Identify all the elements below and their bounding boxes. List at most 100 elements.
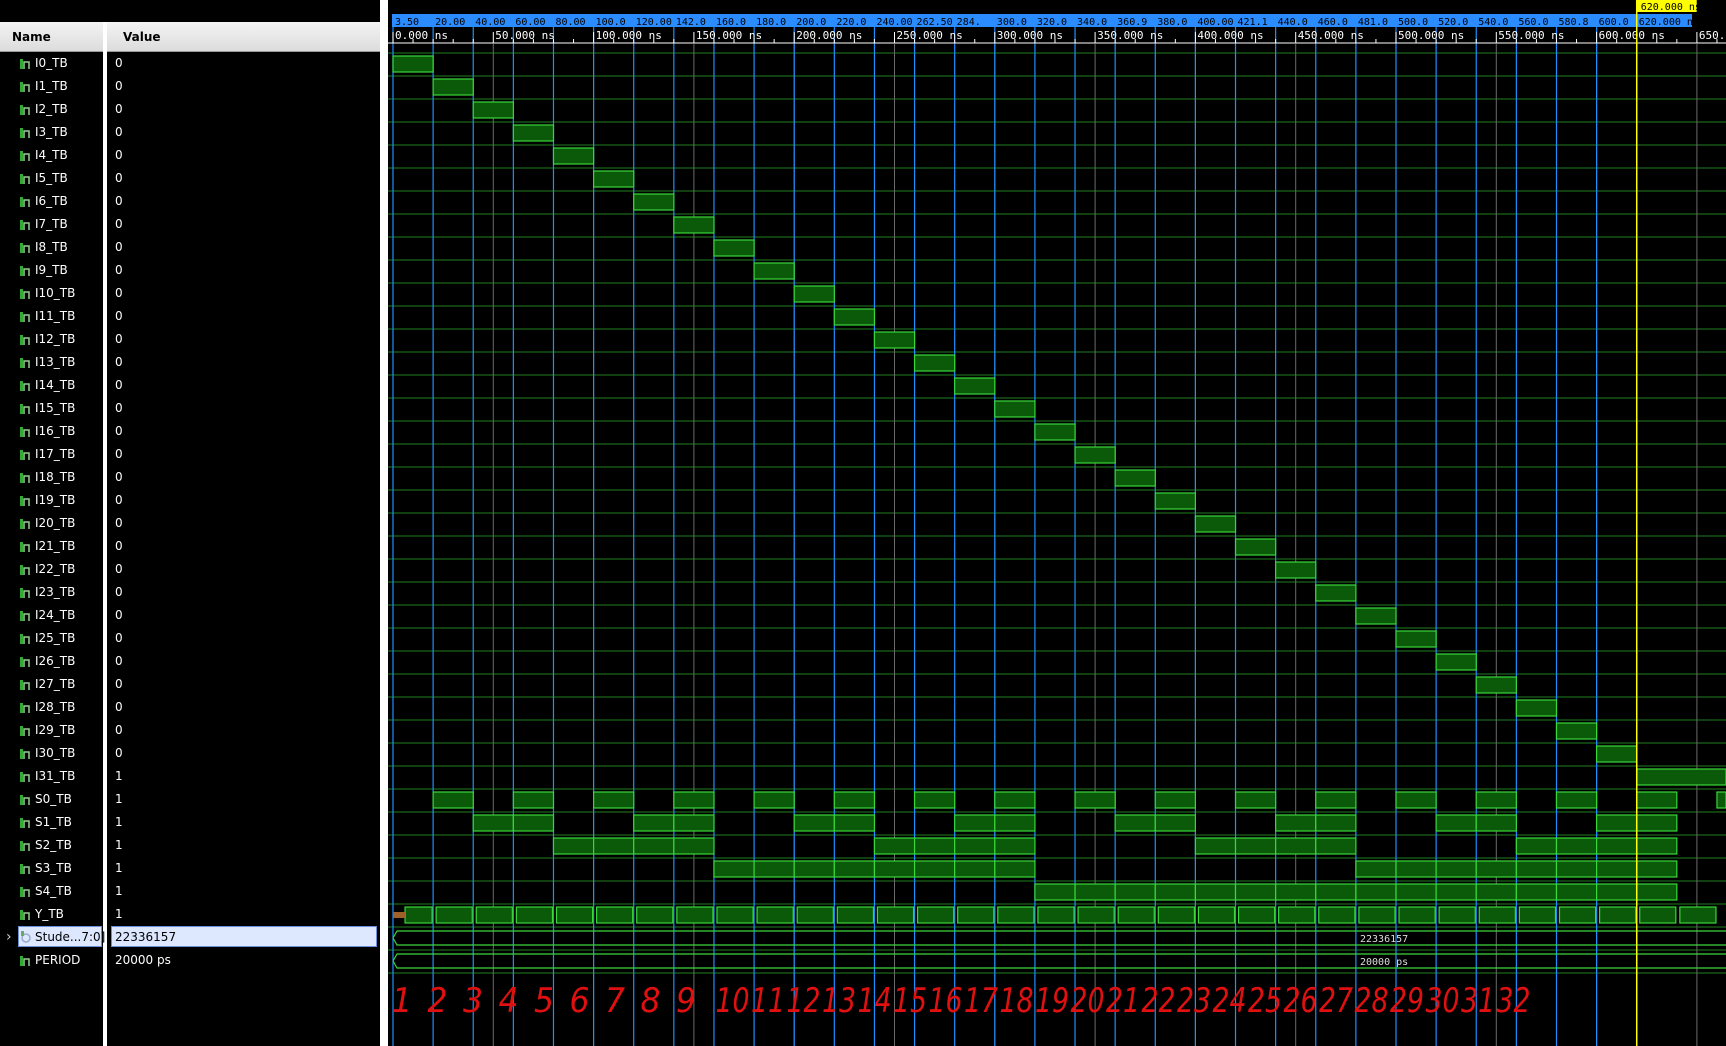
signal-waveform-y xyxy=(1037,906,1075,924)
signal-name-row[interactable]: I20_TB xyxy=(20,512,75,535)
signal-name-row[interactable]: I0_TB xyxy=(20,52,68,75)
signal-name-row[interactable]: I11_TB xyxy=(20,305,75,328)
signal-name-row[interactable]: I19_TB xyxy=(20,489,75,512)
chevron-right-icon[interactable]: › xyxy=(6,926,12,949)
waveform-canvas[interactable]: 3.50 20.00 40.00 60.00 80.00 100.0 120.00 142.0… xyxy=(388,0,1726,1046)
marker-label[interactable]: 200.0 xyxy=(796,17,826,28)
signal-name-row[interactable]: I14_TB xyxy=(20,374,75,397)
signal-name-row[interactable]: I3_TB xyxy=(20,121,68,144)
signal-name-row[interactable]: I21_TB xyxy=(20,535,75,558)
signal-name-row[interactable]: I18_TB xyxy=(20,466,75,489)
signal-name-row[interactable]: Y_TB xyxy=(20,903,64,926)
signal-name-row[interactable]: I2_TB xyxy=(20,98,68,121)
marker-label[interactable]: 80.00 xyxy=(555,17,585,28)
marker-label[interactable]: 120.00 xyxy=(636,17,672,28)
marker-label[interactable]: 3.50 xyxy=(395,17,419,28)
signal-waveform-y xyxy=(1237,906,1276,924)
marker-label[interactable]: 380.0 xyxy=(1157,17,1187,28)
marker-label[interactable]: 240.00 xyxy=(876,17,912,28)
handwritten-annotation: 19 xyxy=(1035,981,1069,1021)
signal-name-row[interactable]: S2_TB xyxy=(20,834,72,857)
signal-name-row[interactable]: I4_TB xyxy=(20,144,68,167)
signal-name-row[interactable]: S0_TB xyxy=(20,788,72,811)
signal-name-row[interactable]: I22_TB xyxy=(20,558,75,581)
handwritten-annotation: 24 xyxy=(1213,981,1247,1021)
marker-label[interactable]: 180.0 xyxy=(756,17,786,28)
marker-label[interactable]: 142.0 xyxy=(676,17,706,28)
marker-label[interactable]: 481.0 xyxy=(1358,17,1388,28)
bus-signal-icon xyxy=(21,931,31,943)
signal-waveform-s2 xyxy=(994,837,1036,855)
signal-name-row[interactable]: I26_TB xyxy=(20,650,75,673)
marker-label[interactable]: 440.0 xyxy=(1278,17,1308,28)
signal-name-row[interactable]: I28_TB xyxy=(20,696,75,719)
marker-label[interactable]: 40.00 xyxy=(475,17,505,28)
marker-label[interactable]: 100.0 xyxy=(596,17,626,28)
marker-label[interactable]: 220.0 xyxy=(836,17,866,28)
signal-value: 1 xyxy=(115,792,123,806)
marker-label[interactable]: 262.50 xyxy=(917,17,953,28)
marker-label[interactable]: 620.000 ns xyxy=(1639,17,1699,28)
signal-name-row[interactable]: S4_TB xyxy=(20,880,72,903)
signal-waveform-s0 xyxy=(913,791,956,809)
signal-name-row[interactable]: I30_TB xyxy=(20,742,75,765)
marker-label[interactable]: 460.0 xyxy=(1318,17,1348,28)
marker-label[interactable]: 600.0 xyxy=(1599,17,1629,28)
signal-name-row[interactable]: S3_TB xyxy=(20,857,72,880)
signal-waveform-s1 xyxy=(793,814,835,832)
signal-waveform-y xyxy=(957,906,995,924)
marker-label[interactable]: 60.00 xyxy=(515,17,545,28)
signal-name-row[interactable]: I24_TB xyxy=(20,604,75,627)
marker-label[interactable]: 540.0 xyxy=(1478,17,1508,28)
signal-waveform-i10 xyxy=(793,285,835,303)
signal-value: 0 xyxy=(115,79,123,93)
signal-name-row[interactable]: I1_TB xyxy=(20,75,68,98)
marker-label[interactable]: 520.0 xyxy=(1438,17,1468,28)
signal-name-row[interactable]: I6_TB xyxy=(20,190,68,213)
marker-label[interactable]: 580.8 xyxy=(1558,17,1588,28)
signal-name-row[interactable]: I29_TB xyxy=(20,719,75,742)
signal-icon xyxy=(20,312,30,322)
signal-name-row[interactable]: › Stude...7:0] xyxy=(6,926,105,949)
signal-name-row[interactable]: I12_TB xyxy=(20,328,75,351)
signal-name-row[interactable]: PERIOD xyxy=(20,949,80,972)
marker-label[interactable]: 20.00 xyxy=(435,17,465,28)
marker-label[interactable]: 320.0 xyxy=(1037,17,1067,28)
signal-name-row[interactable]: I8_TB xyxy=(20,236,68,259)
signal-name-row[interactable]: I10_TB xyxy=(20,282,75,305)
signal-name-label: I26_TB xyxy=(35,654,76,668)
name-column-header[interactable]: Name xyxy=(0,22,103,52)
marker-label[interactable]: 421.1 xyxy=(1238,17,1268,28)
signal-name-row[interactable]: S1_TB xyxy=(20,811,72,834)
signal-name-row[interactable]: I15_TB xyxy=(20,397,75,420)
signal-name-row[interactable]: I16_TB xyxy=(20,420,75,443)
marker-label[interactable]: 400.00 xyxy=(1197,17,1233,28)
signal-name-row[interactable]: I27_TB xyxy=(20,673,75,696)
signal-name-row[interactable]: I13_TB xyxy=(20,351,75,374)
pane-divider[interactable] xyxy=(380,0,388,1046)
signal-name-row[interactable]: I17_TB xyxy=(20,443,75,466)
marker-label[interactable]: 340.0 xyxy=(1077,17,1107,28)
marker-label[interactable]: 284. xyxy=(957,17,981,28)
column-divider[interactable] xyxy=(103,22,107,1046)
signal-waveform-i2 xyxy=(472,101,514,119)
signal-name-row[interactable]: I9_TB xyxy=(20,259,68,282)
signal-waveform-y xyxy=(1318,906,1356,924)
marker-label[interactable]: 160.0 xyxy=(716,17,746,28)
time-ruler-label: 0.000 ns xyxy=(395,29,448,42)
signal-value: 0 xyxy=(115,723,123,737)
marker-label[interactable]: 560.0 xyxy=(1518,17,1548,28)
signal-name-row[interactable]: I31_TB xyxy=(20,765,75,788)
marker-label[interactable]: 300.0 xyxy=(997,17,1027,28)
handwritten-annotation: 3 xyxy=(463,981,483,1021)
marker-label[interactable]: 500.0 xyxy=(1398,17,1428,28)
signal-waveform-s3 xyxy=(1555,860,1598,878)
marker-label[interactable]: 360.9 xyxy=(1117,17,1147,28)
signal-value: 0 xyxy=(115,171,123,185)
signal-name-row[interactable]: I23_TB xyxy=(20,581,75,604)
signal-name-row[interactable]: I25_TB xyxy=(20,627,75,650)
signal-name-row[interactable]: I5_TB xyxy=(20,167,68,190)
signal-name-row[interactable]: I7_TB xyxy=(20,213,68,236)
value-column-header[interactable]: Value xyxy=(105,22,380,52)
signal-waveform-s4 xyxy=(1555,883,1598,901)
